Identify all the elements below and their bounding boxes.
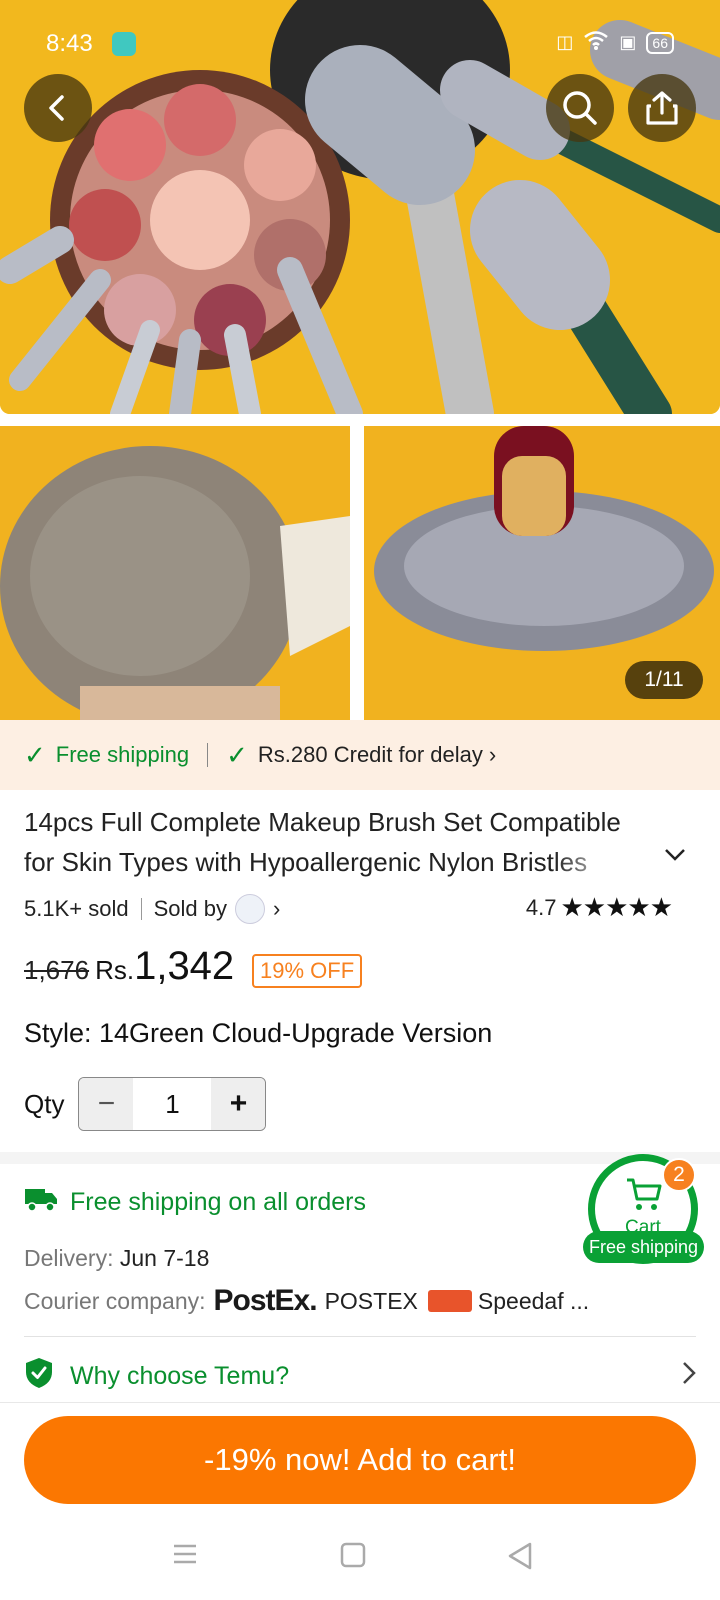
- divider: [0, 1402, 720, 1403]
- sales-row: 5.1K+ sold Sold by › 4.7 ★★★★★: [24, 892, 696, 926]
- shipping-banner[interactable]: ✓ Free shipping ✓ Rs.280 Credit for dela…: [0, 720, 720, 790]
- discount-badge: 19% OFF: [252, 954, 363, 988]
- sold-count: 5.1K+ sold: [24, 896, 129, 921]
- plus-icon[interactable]: +: [211, 1078, 266, 1130]
- cart-icon: [625, 1177, 663, 1218]
- why-choose-temu-label: Why choose Temu?: [70, 1361, 290, 1390]
- qty-label: Qty: [24, 1088, 65, 1119]
- vibrate-icon: ◫: [556, 32, 574, 52]
- chevron-right-icon: ›: [488, 742, 497, 767]
- image-counter: 1/11: [625, 661, 703, 699]
- chevron-down-icon[interactable]: [664, 842, 686, 868]
- delay-credit-label: Rs.280 Credit for delay: [257, 742, 483, 767]
- chevron-right-icon[interactable]: ›: [273, 896, 280, 922]
- quantity-stepper: − 1 +: [78, 1077, 267, 1131]
- wifi-icon: [583, 30, 609, 55]
- star-icon: ★★★★★: [560, 892, 673, 922]
- system-navigation-bar: [0, 1520, 720, 1600]
- title-fade: [554, 846, 634, 886]
- minus-icon[interactable]: −: [79, 1078, 134, 1130]
- status-icons: ◫ ▣ 66: [556, 30, 674, 55]
- divider: [24, 1336, 696, 1337]
- free-shipping-headline[interactable]: Free shipping on all orders: [24, 1186, 366, 1219]
- why-choose-temu-row[interactable]: Why choose Temu?: [24, 1352, 696, 1400]
- home-icon[interactable]: [340, 1542, 366, 1573]
- rating[interactable]: 4.7 ★★★★★: [525, 892, 673, 923]
- battery-icon: 66: [646, 31, 674, 54]
- free-shipping-text: Free shipping on all orders: [70, 1188, 366, 1216]
- postex-logo: PostEx.: [213, 1284, 318, 1317]
- delivery-date: Jun 7-18: [119, 1245, 210, 1271]
- search-icon: [563, 91, 597, 125]
- add-to-cart-button[interactable]: -19% now! Add to cart!: [24, 1416, 696, 1504]
- rating-value: 4.7: [525, 894, 557, 920]
- product-title[interactable]: 14pcs Full Complete Makeup Brush Set Com…: [24, 802, 634, 886]
- share-button[interactable]: [628, 74, 696, 142]
- status-bar: 8:43 ◫ ▣ 66: [0, 0, 720, 84]
- quantity-row: Qty − 1 +: [24, 1077, 267, 1131]
- sim-icon: ▣: [619, 32, 637, 52]
- courier-speedaf: Speedaf ...: [477, 1287, 590, 1314]
- product-title-text: 14pcs Full Complete Makeup Brush Set Com…: [24, 807, 621, 877]
- original-price: 1,676: [24, 955, 90, 985]
- shield-check-icon: [24, 1357, 54, 1396]
- app-notification-icon: [112, 32, 136, 56]
- check-icon: ✓: [24, 739, 46, 770]
- back-button[interactable]: [24, 74, 92, 142]
- search-button[interactable]: [546, 74, 614, 142]
- style-selection[interactable]: Style: 14Green Cloud-Upgrade Version: [24, 1018, 492, 1049]
- delivery-label: Delivery:: [24, 1245, 114, 1271]
- courier-row[interactable]: Courier company: PostEx. POSTEX Speedaf …: [24, 1284, 589, 1318]
- free-shipping-label: Free shipping: [55, 742, 190, 767]
- share-icon: [646, 91, 678, 125]
- back-icon: [49, 95, 64, 121]
- delivery-date-row: Delivery: Jun 7-18: [24, 1245, 209, 1272]
- quantity-value[interactable]: 1: [133, 1078, 211, 1130]
- truck-icon: [24, 1186, 58, 1219]
- speedaf-logo: [427, 1290, 472, 1312]
- back-triangle-icon[interactable]: [506, 1542, 534, 1575]
- cart-free-shipping-tag: Free shipping: [583, 1231, 704, 1263]
- sold-by-label[interactable]: Sold by: [154, 896, 227, 922]
- courier-label: Courier company:: [24, 1287, 206, 1314]
- status-time: 8:43: [46, 30, 93, 57]
- cart-count-badge: 2: [662, 1158, 696, 1192]
- courier-postex: POSTEX: [324, 1287, 418, 1314]
- menu-icon[interactable]: [172, 1542, 198, 1571]
- chevron-right-icon: [682, 1361, 696, 1392]
- sale-price: 1,342: [134, 944, 235, 988]
- banner-divider: [207, 743, 209, 767]
- currency: Rs.: [95, 955, 135, 985]
- price-row: 1,676 Rs. 1,342: [24, 944, 234, 996]
- product-thumbnail-1[interactable]: [0, 426, 350, 720]
- seller-logo[interactable]: [234, 894, 265, 924]
- divider: [140, 898, 142, 920]
- check-icon: ✓: [226, 739, 248, 770]
